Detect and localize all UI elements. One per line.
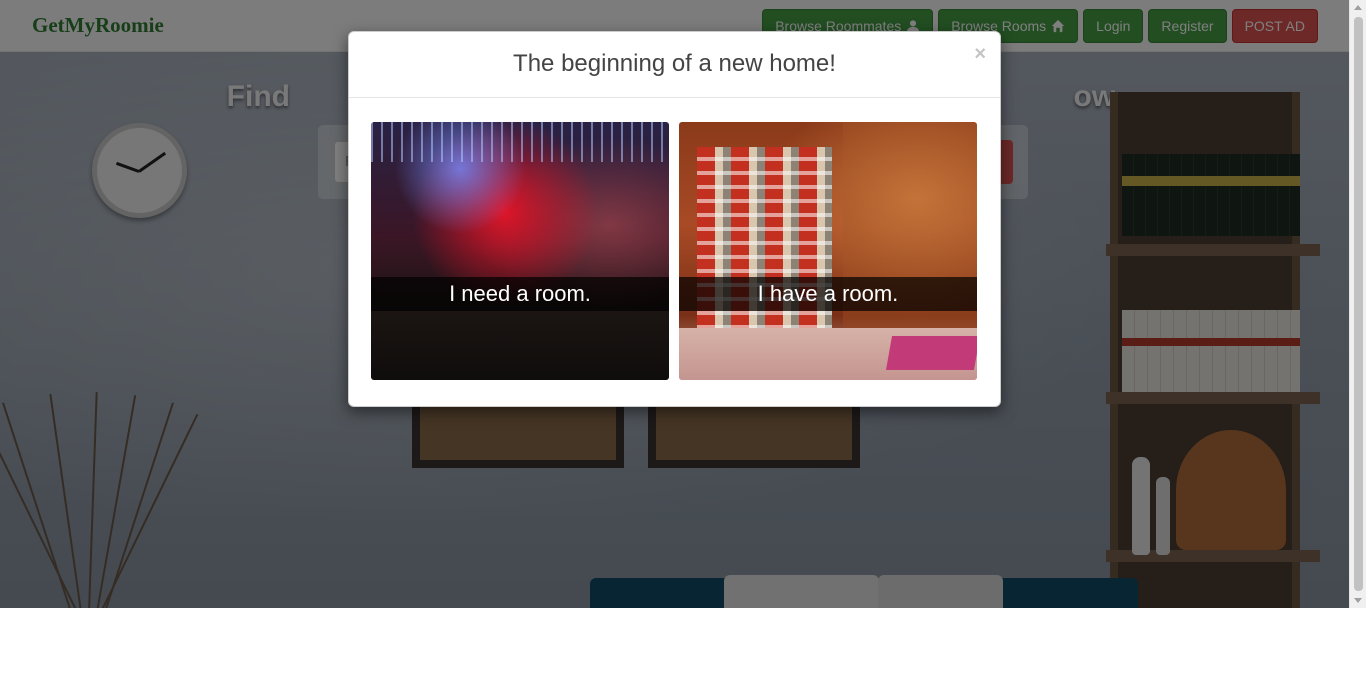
string-lights-image-detail xyxy=(371,122,669,162)
have-room-option[interactable]: I have a room. xyxy=(679,122,977,380)
need-room-caption: I need a room. xyxy=(371,277,669,311)
modal-title: The beginning of a new home! xyxy=(513,50,836,77)
browser-viewport: GetMyRoomie Browse Roommates Browse Room… xyxy=(0,0,1349,608)
scrollbar-thumb[interactable] xyxy=(1354,17,1363,591)
vertical-scrollbar[interactable] xyxy=(1349,0,1366,608)
scroll-up-arrow-icon[interactable] xyxy=(1354,5,1362,10)
modal-header: The beginning of a new home! × xyxy=(349,32,1000,98)
need-room-option[interactable]: I need a room. xyxy=(371,122,669,380)
close-icon[interactable]: × xyxy=(974,44,986,64)
pillow-image-detail xyxy=(886,336,977,370)
scroll-down-arrow-icon[interactable] xyxy=(1354,598,1362,603)
welcome-modal: The beginning of a new home! × I need a … xyxy=(348,31,1001,407)
have-room-caption: I have a room. xyxy=(679,277,977,311)
